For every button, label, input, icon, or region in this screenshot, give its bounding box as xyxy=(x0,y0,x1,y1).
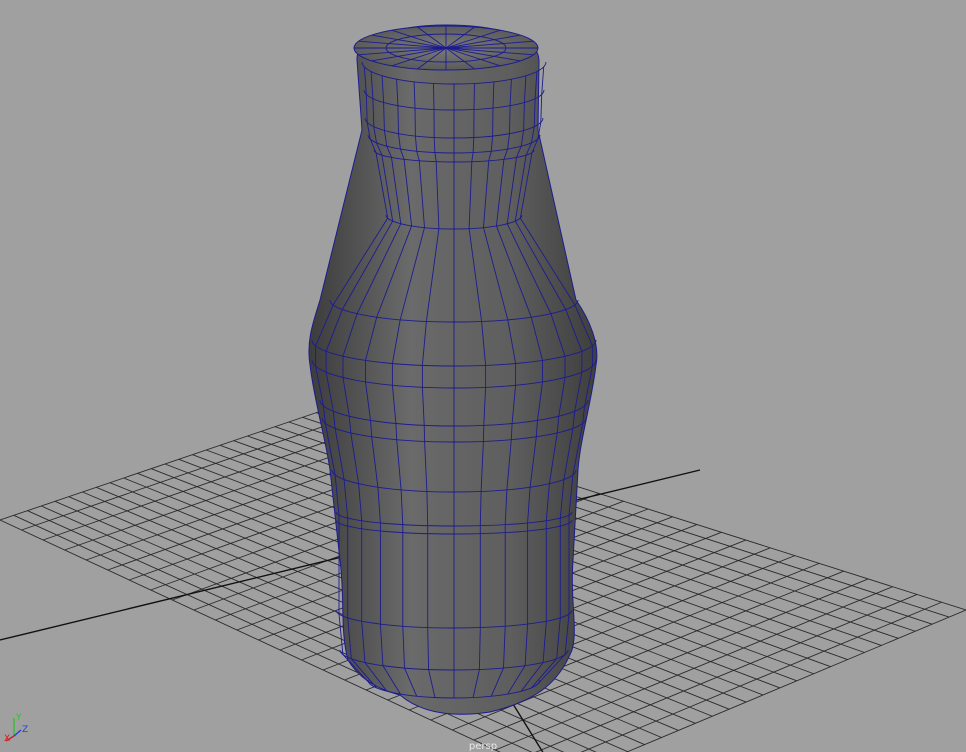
bottle-silhouette xyxy=(308,24,598,715)
axis-gizmo: Y X Z xyxy=(4,714,30,744)
bottle-mesh[interactable] xyxy=(308,24,598,715)
axis-z-label: Z xyxy=(22,725,29,735)
grid-line xyxy=(625,609,966,752)
persp-viewport[interactable]: Y X Z persp xyxy=(0,0,966,752)
viewport-canvas[interactable] xyxy=(0,0,966,752)
axis-y-label: Y xyxy=(16,713,22,723)
camera-name-label: persp xyxy=(468,741,498,752)
grid-line xyxy=(21,415,355,531)
grid-line xyxy=(0,407,331,521)
grid-line xyxy=(535,594,918,752)
grid-line xyxy=(580,601,942,752)
